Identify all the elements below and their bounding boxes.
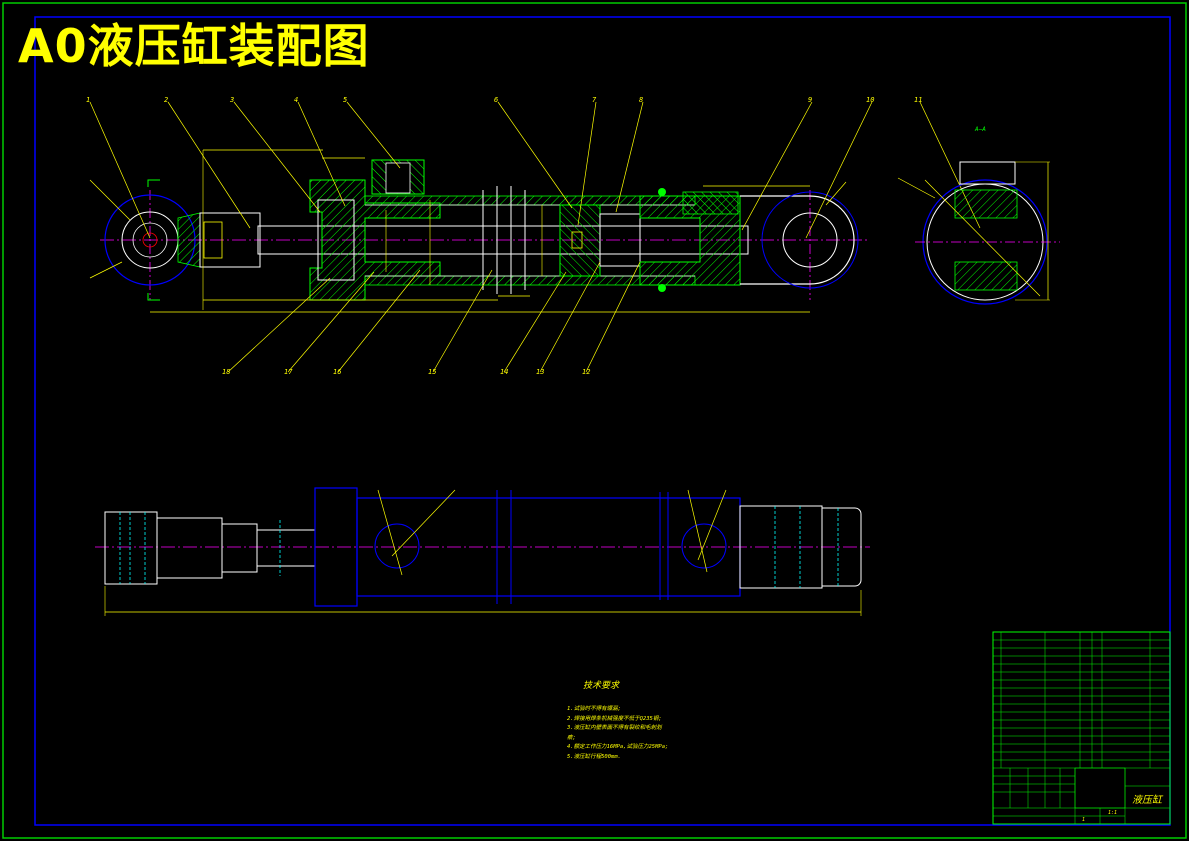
callout-9: 9 [808, 96, 813, 104]
title-block-sheet: 1 [1082, 817, 1086, 823]
callout-6: 6 [494, 96, 499, 104]
callout-leaders [89, 101, 981, 373]
piston [559, 204, 601, 277]
requirement-line: 4.额定工作压力16MPa,试验压力25MPa; [567, 744, 669, 750]
callout-14: 14 [500, 368, 509, 376]
callout-3: 3 [230, 96, 235, 104]
drawing-title: A0液压缸装配图 [18, 19, 370, 73]
external-view [95, 487, 870, 616]
callout-2: 2 [164, 96, 169, 104]
requirement-line: 痕; [567, 734, 576, 741]
callout-7: 7 [592, 96, 597, 104]
oil-port-rear [682, 191, 739, 215]
requirement-line: 5.液压缸行程500mm. [567, 753, 621, 760]
requirement-line: 3.液压缸内壁表面不得有裂纹和毛刺划 [567, 725, 662, 731]
title-block-part-name: 液压缸 [1132, 795, 1162, 806]
main-section-view [100, 149, 870, 313]
requirement-line: 1.试验时不得有爆漏; [567, 706, 621, 712]
requirement-line: 2.焊接用焊条机械强度不低于Q235钢; [567, 715, 662, 722]
callout-11: 11 [914, 96, 923, 104]
callout-5: 5 [343, 96, 348, 104]
callout-13: 13 [536, 368, 545, 376]
callout-4: 4 [294, 96, 299, 104]
callout-17: 17 [284, 368, 293, 376]
callout-12: 12 [582, 368, 591, 376]
callout-1: 1 [86, 96, 91, 104]
callout-8: 8 [639, 96, 644, 104]
callout-16: 16 [333, 368, 342, 376]
title-block-scale: 1:1 [1108, 810, 1118, 816]
requirements-heading: 技术要求 [583, 681, 620, 691]
callout-10: 10 [866, 96, 875, 104]
section-a-a-view [915, 161, 1060, 305]
technical-requirements: 技术要求 1.试验时不得有爆漏; 2.焊接用焊条机械强度不低于Q235钢; 3.… [567, 678, 668, 762]
callout-15: 15 [428, 368, 437, 376]
section-label: A—A [975, 126, 986, 133]
callout-18: 18 [222, 368, 231, 376]
